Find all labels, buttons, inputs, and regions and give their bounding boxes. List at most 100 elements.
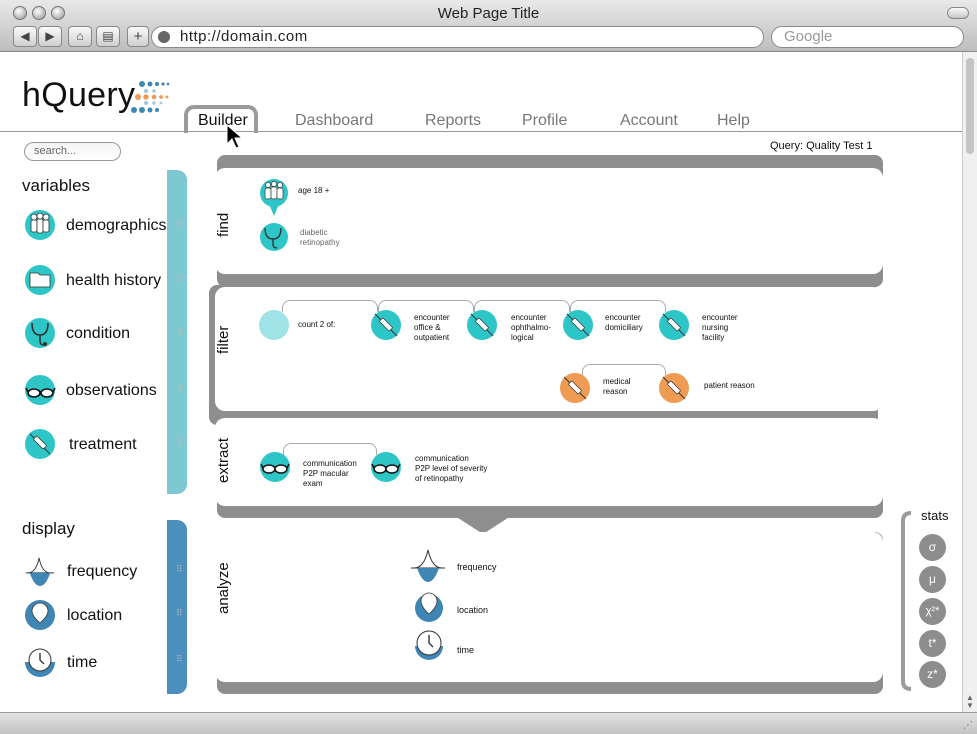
tab-reports[interactable]: Reports [425, 112, 481, 130]
sidebar-item-label: time [67, 654, 98, 671]
tab-dashboard[interactable]: Dashboard [295, 112, 373, 130]
analyze-panel[interactable] [215, 532, 883, 682]
label-line: of retinopathy [415, 474, 464, 483]
variables-heading: variables [22, 176, 91, 195]
extract-node[interactable] [371, 452, 401, 482]
extract-title: extract [215, 437, 232, 483]
drag-handle-icon[interactable]: ⠿ [176, 220, 184, 229]
sidebar-item-demographics[interactable]: demographics [22, 209, 172, 245]
sidebar-item-location[interactable]: location [22, 599, 172, 635]
sidebar-item-label: location [67, 607, 123, 624]
analyze-item-frequency[interactable]: frequency [457, 562, 497, 572]
toolbar-toggle-button[interactable] [947, 7, 969, 19]
drag-handle-icon[interactable]: ⠿ [176, 565, 184, 574]
back-button[interactable]: ◀ [13, 26, 37, 47]
sidebar-item-treatment[interactable]: treatment [22, 428, 172, 464]
back-arrow-icon: ◀ [20, 29, 30, 43]
find-criterion-age[interactable]: age 18 + [298, 186, 329, 196]
syringe-icon [563, 376, 587, 400]
tab-help[interactable]: Help [717, 112, 750, 130]
sidebar-item-frequency[interactable]: frequency [22, 555, 172, 591]
label-line: communication [303, 459, 357, 468]
print-button[interactable]: ▤ [96, 26, 120, 47]
sidebar-item-label: condition [66, 325, 131, 342]
sidebar-item-time[interactable]: time [22, 646, 172, 682]
label-line: encounter [414, 313, 450, 322]
sidebar-item-label: health history [66, 272, 162, 289]
people-icon [260, 179, 288, 216]
forward-button[interactable]: ▶ [38, 26, 62, 47]
syringe-icon [662, 376, 686, 400]
drag-handle-icon[interactable]: ⠿ [176, 609, 184, 618]
scrollbar-thumb[interactable] [966, 58, 974, 154]
tab-account[interactable]: Account [620, 112, 678, 130]
location-pin-icon [25, 600, 55, 630]
sidebar-search-input[interactable]: search... [24, 142, 121, 161]
group-connector [283, 443, 377, 455]
vertical-scrollbar[interactable]: ▲ ▼ [962, 52, 977, 712]
extract-node[interactable] [260, 452, 290, 482]
tab-profile[interactable]: Profile [522, 112, 567, 130]
sidebar-item-label: frequency [67, 563, 138, 580]
group-connector [582, 364, 666, 376]
stat-z-button[interactable]: z* [919, 661, 946, 688]
stat-mu-button[interactable]: μ [919, 566, 946, 593]
home-button[interactable]: ⌂ [68, 26, 92, 47]
encounter-node[interactable] [659, 310, 689, 340]
label-line: ophthalmo- [511, 323, 552, 332]
scroll-arrows-icon[interactable]: ▲ ▼ [966, 694, 974, 710]
label-line: communication [415, 454, 469, 463]
stethoscope-icon [260, 223, 288, 251]
stethoscope-icon [25, 318, 55, 348]
analyze-title: analyze [215, 562, 232, 614]
bell-curve-icon [25, 557, 55, 587]
logo-dots-icon [131, 81, 170, 113]
browser-chrome: Web Page Title ◀ ▶ ⌂ ▤ + http://domain.c… [0, 0, 977, 52]
clock-icon [25, 648, 55, 677]
reason-node[interactable] [560, 373, 590, 403]
sidebar-item-health-history[interactable]: health history [22, 264, 172, 300]
stats-title: stats [921, 508, 949, 523]
find-title: find [215, 212, 232, 237]
encounter-node[interactable] [371, 310, 401, 340]
browser-search-input[interactable]: Google [771, 26, 964, 48]
find-panel[interactable] [215, 168, 883, 274]
address-bar[interactable]: http://domain.com [151, 26, 764, 48]
group-connector [282, 300, 378, 312]
bell-curve-icon [411, 549, 445, 582]
encounter-node[interactable] [467, 310, 497, 340]
label-line: reason [603, 387, 628, 396]
stat-t-button[interactable]: t* [919, 630, 946, 657]
encounter-label: encounter office & outpatient [414, 313, 450, 343]
drag-handle-icon[interactable]: ⠿ [176, 655, 184, 664]
sidebar-item-label: observations [66, 382, 157, 399]
label-line: P2P macular [303, 469, 349, 478]
drag-handle-icon[interactable]: ⠿ [176, 328, 184, 337]
stat-sigma-button[interactable]: σ [919, 534, 946, 561]
analyze-item-time[interactable]: time [457, 645, 474, 655]
analyze-item-location[interactable]: location [457, 605, 488, 615]
extract-label: communication P2P level of severity of r… [415, 454, 487, 484]
find-criterion-condition[interactable]: diabetic retinopathy [300, 228, 340, 248]
criterion-line: retinopathy [300, 238, 340, 247]
folder-icon [25, 265, 55, 295]
drag-handle-icon[interactable]: ⠿ [176, 385, 184, 394]
syringe-icon [566, 313, 590, 337]
label-line: encounter [511, 313, 547, 322]
add-bookmark-button[interactable]: + [127, 26, 149, 47]
glasses-icon [371, 463, 401, 474]
sidebar-item-observations[interactable]: observations [22, 374, 172, 410]
label-line: exam [303, 479, 323, 488]
encounter-node[interactable] [563, 310, 593, 340]
reason-node[interactable] [659, 373, 689, 403]
count-label: count 2 of: [298, 320, 336, 329]
resize-grip-icon[interactable]: ⋰ [963, 720, 973, 731]
app-logo: hQuery [22, 76, 136, 114]
sidebar-item-condition[interactable]: condition [22, 317, 172, 353]
drag-handle-icon[interactable]: ⠿ [176, 439, 184, 448]
stat-chi-square-button[interactable]: χ²* [919, 598, 946, 625]
display-heading: display [22, 519, 75, 538]
count-node[interactable] [259, 310, 289, 340]
reason-label: medical reason [603, 377, 631, 397]
drag-handle-icon[interactable]: ⠿ [176, 275, 184, 284]
